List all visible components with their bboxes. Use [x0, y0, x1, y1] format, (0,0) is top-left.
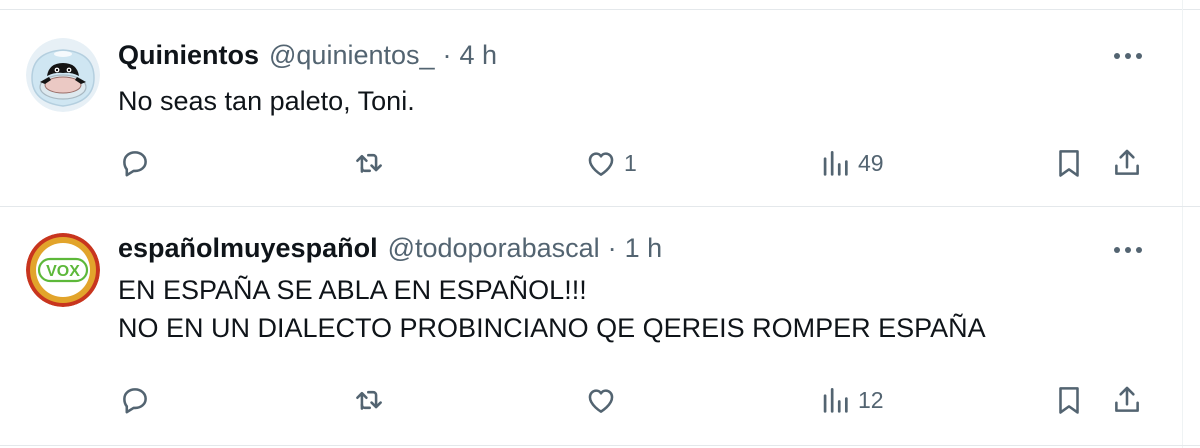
share-icon: [1115, 149, 1139, 175]
heart-icon: [588, 389, 614, 413]
more-options-button[interactable]: [1110, 238, 1146, 262]
user-handle[interactable]: @todoporabascal: [388, 233, 600, 264]
more-options-button[interactable]: [1110, 44, 1146, 68]
tweet-text-line: No seas tan paleto, Toni.: [118, 86, 415, 116]
tweet-header: españolmuyespañol @todoporabascal · 1 h: [118, 228, 662, 268]
bookmark-icon: [1059, 387, 1079, 414]
retweet-button[interactable]: [352, 146, 392, 180]
timestamp[interactable]: 1 h: [625, 233, 663, 264]
reply-button[interactable]: [118, 146, 158, 180]
bookmark-icon: [1059, 150, 1079, 177]
timestamp[interactable]: 4 h: [460, 40, 498, 71]
avatar[interactable]: [26, 38, 100, 112]
reply-button[interactable]: [118, 383, 158, 417]
separator-dot: ·: [607, 232, 617, 263]
retweet-button[interactable]: [352, 383, 392, 417]
vox-logo-text: VOX: [46, 263, 80, 280]
more-horizontal-icon: [1114, 53, 1142, 59]
like-button[interactable]: [584, 383, 624, 417]
like-count: 1: [624, 149, 637, 176]
tweet-quinientos[interactable]: Quinientos @quinientos_ · 4 h No seas ta…: [0, 10, 1182, 206]
bowl-character-avatar: [26, 38, 100, 112]
tweet-text: No seas tan paleto, Toni.: [118, 82, 415, 120]
views-bar-chart-icon: [823, 151, 848, 176]
more-horizontal-icon: [1114, 247, 1142, 253]
user-handle[interactable]: @quinientos_: [269, 40, 435, 71]
like-button[interactable]: 1: [584, 146, 637, 180]
tweet-text-line: EN ESPAÑA SE ABLA EN ESPAÑOL!!!: [118, 275, 587, 305]
share-button[interactable]: [1110, 146, 1144, 180]
retweet-icon: [356, 153, 382, 173]
tweet-header: Quinientos @quinientos_ · 4 h: [118, 35, 497, 75]
display-name[interactable]: Quinientos: [118, 40, 259, 71]
view-count: 12: [858, 386, 884, 413]
bookmark-button[interactable]: [1052, 146, 1086, 180]
reply-icon: [123, 388, 147, 414]
bottom-divider: [0, 445, 1200, 446]
display-name[interactable]: españolmuyespañol: [118, 233, 378, 264]
timeline-right-border: [1182, 0, 1183, 448]
avatar[interactable]: VOX: [26, 233, 100, 307]
tweet-text-line: NO EN UN DIALECTO PROBINCIANO QE QEREIS …: [118, 313, 986, 343]
views-bar-chart-icon: [823, 388, 848, 413]
heart-icon: [588, 152, 614, 176]
retweet-icon: [356, 390, 382, 410]
share-button[interactable]: [1110, 383, 1144, 417]
share-icon: [1115, 386, 1139, 412]
tweet-text: EN ESPAÑA SE ABLA EN ESPAÑOL!!! NO EN UN…: [118, 271, 986, 347]
view-count: 49: [858, 149, 884, 176]
tweet-espanolmuyespanol[interactable]: VOX españolmuyespañol @todoporabascal · …: [0, 207, 1182, 445]
reply-icon: [123, 151, 147, 177]
views-button[interactable]: 12: [818, 383, 884, 417]
views-button[interactable]: 49: [818, 146, 884, 180]
separator-dot: ·: [442, 39, 452, 70]
vox-logo-avatar: VOX: [26, 233, 100, 307]
bookmark-button[interactable]: [1052, 383, 1086, 417]
